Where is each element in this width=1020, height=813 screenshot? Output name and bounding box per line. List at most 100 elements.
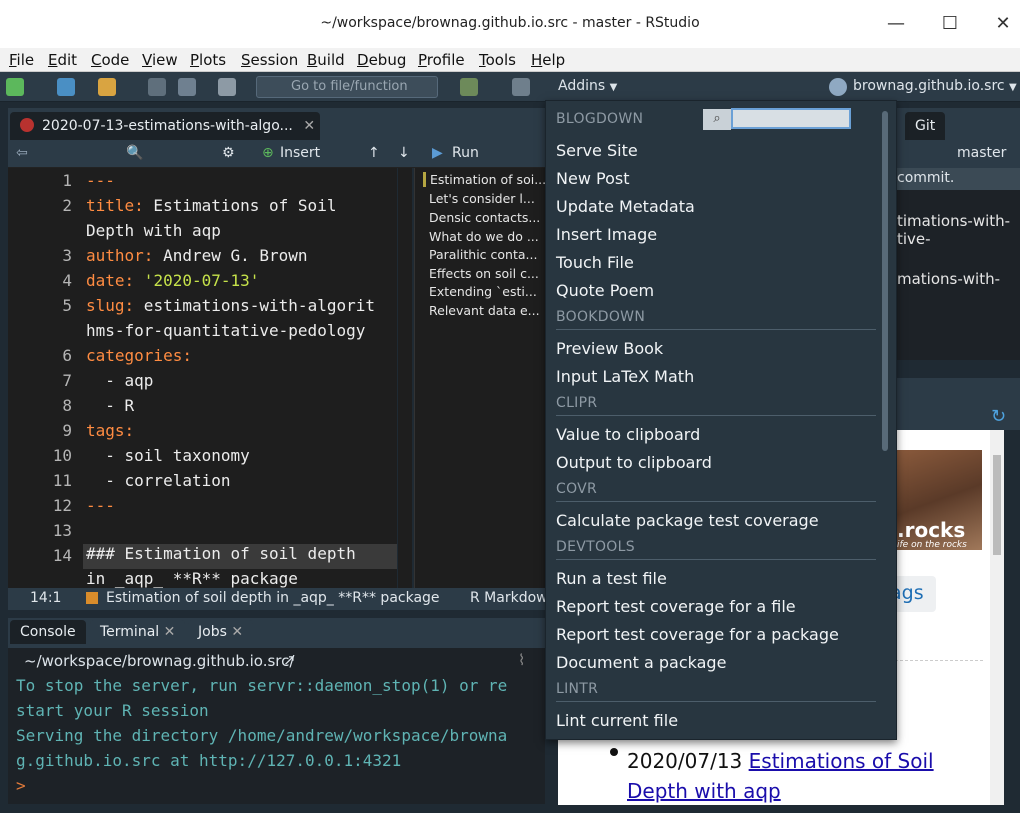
addin-coverage-file[interactable]: Report test coverage for a file — [556, 597, 796, 616]
tab-jobs[interactable]: Jobs ✕ — [188, 620, 254, 644]
addin-calculate-coverage[interactable]: Calculate package test coverage — [556, 511, 819, 530]
editor-scrollbar[interactable] — [398, 168, 412, 588]
arrow-down-icon[interactable]: ↓ — [398, 145, 410, 161]
project-icon[interactable] — [829, 78, 847, 96]
addins-search-input[interactable] — [731, 108, 851, 129]
run-button[interactable]: Run — [452, 145, 479, 161]
addin-quote-poem[interactable]: Quote Poem — [556, 281, 654, 300]
menu-build[interactable]: Build — [307, 51, 345, 69]
menu-plots[interactable]: Plots — [190, 51, 226, 69]
code-line: categories: — [86, 346, 192, 365]
console-line: To stop the server, run servr::daemon_st… — [16, 676, 508, 695]
addin-preview-book[interactable]: Preview Book — [556, 339, 663, 358]
git-file-item[interactable]: mations-with- — [897, 270, 1000, 288]
line-number: 8 — [62, 396, 72, 415]
window-title: ~/workspace/brownag.github.io.src - mast… — [320, 15, 700, 31]
addin-new-post[interactable]: New Post — [556, 169, 629, 188]
line-number: 13 — [52, 521, 72, 540]
git-file-item[interactable]: tive- — [897, 230, 931, 248]
menu-help[interactable]: Help — [531, 51, 565, 69]
addin-touch-file[interactable]: Touch File — [556, 253, 634, 272]
git-notice-text: commit. — [897, 170, 955, 186]
menu-file[interactable]: File — [9, 51, 34, 69]
menu-view[interactable]: View — [142, 51, 178, 69]
addin-insert-image[interactable]: Insert Image — [556, 225, 657, 244]
addin-lint-current-file[interactable]: Lint current file — [556, 711, 678, 730]
dropdown-scrollbar[interactable] — [882, 111, 888, 451]
section-selector[interactable]: Estimation of soil depth in _aqp_ **R** … — [106, 590, 440, 606]
rocks-banner-image: .rocks ife on the rocks — [895, 450, 982, 550]
menu-session[interactable]: Session — [241, 51, 298, 69]
maximize-button[interactable]: ☐ — [938, 13, 962, 34]
rmd-file-icon — [20, 118, 34, 132]
new-file-icon[interactable] — [6, 78, 24, 96]
console-path: ~/workspace/brownag.github.io.src/ — [24, 652, 295, 670]
new-project-icon[interactable] — [57, 78, 75, 96]
close-icon[interactable]: ✕ — [303, 118, 315, 134]
viewer-tabstrip: ↻ — [897, 378, 1020, 430]
save-all-icon[interactable] — [178, 78, 196, 96]
file-type-selector[interactable]: R Markdown — [470, 590, 556, 606]
outline-item[interactable]: Effects on soil c... — [429, 266, 551, 281]
addin-value-to-clipboard[interactable]: Value to clipboard — [556, 425, 700, 444]
search-icon[interactable]: 🔍 — [126, 145, 143, 161]
tab-git[interactable]: Git — [905, 112, 946, 140]
console-tabstrip: Console Terminal ✕ Jobs ✕ — [8, 618, 545, 648]
outline-item[interactable]: Let's consider l... — [429, 191, 551, 206]
save-icon[interactable] — [148, 78, 166, 96]
outline-item[interactable]: Paralithic conta... — [429, 247, 551, 262]
code-line: Depth with aqp — [86, 221, 221, 240]
addin-document-package[interactable]: Document a package — [556, 653, 726, 672]
outline-item[interactable]: What do we do ... — [429, 229, 551, 244]
outline-item[interactable]: Estimation of soi... — [423, 172, 545, 187]
project-menu-button[interactable]: brownag.github.io.src ▼ — [853, 78, 1017, 94]
close-icon[interactable]: ✕ — [231, 624, 243, 640]
console-prompt[interactable]: > — [16, 776, 26, 795]
scrollbar-thumb[interactable] — [993, 455, 1001, 555]
addin-coverage-package[interactable]: Report test coverage for a package — [556, 625, 839, 644]
pane-layout-icon[interactable] — [512, 78, 530, 96]
console-output[interactable]: To stop the server, run servr::daemon_st… — [8, 674, 545, 804]
menu-tools[interactable]: Tools — [479, 51, 516, 69]
addin-input-latex-math[interactable]: Input LaTeX Math — [556, 367, 694, 386]
menu-code[interactable]: Code — [91, 51, 129, 69]
close-icon[interactable]: ✕ — [164, 624, 176, 640]
code-line: slug: estimations-with-algorit — [86, 296, 375, 315]
menu-debug[interactable]: Debug — [357, 51, 406, 69]
addin-update-metadata[interactable]: Update Metadata — [556, 197, 695, 216]
git-file-item[interactable]: timations-with- — [897, 212, 1010, 230]
outline-item[interactable]: Relevant data e... — [429, 303, 551, 318]
gear-icon[interactable]: ⚙ — [222, 145, 235, 161]
tab-console[interactable]: Console — [10, 620, 86, 644]
goto-file-input[interactable]: Go to file/function — [256, 76, 438, 98]
menu-profile[interactable]: Profile — [418, 51, 465, 69]
insert-button[interactable]: Insert — [280, 145, 320, 161]
version-control-icon[interactable] — [460, 78, 478, 96]
group-header-bookdown: BOOKDOWN — [556, 309, 646, 325]
group-header-blogdown: BLOGDOWN — [556, 111, 644, 127]
refresh-icon[interactable]: ↻ — [991, 406, 1006, 427]
outline-item[interactable]: Densic contacts... — [429, 210, 551, 225]
code-line: tags: — [86, 421, 135, 440]
addin-output-to-clipboard[interactable]: Output to clipboard — [556, 453, 712, 472]
open-file-icon[interactable] — [98, 78, 116, 96]
line-number: 5 — [62, 296, 72, 315]
viewer-scrollbar[interactable] — [990, 430, 1004, 805]
menu-bar: File Edit Code View Plots Session Build … — [0, 48, 1020, 72]
addins-menu-button[interactable]: Addins ▼ — [558, 78, 617, 94]
outline-item[interactable]: Extending `esti... — [429, 284, 551, 299]
editor-tab[interactable]: 2020-07-13-estimations-with-algo... ✕ — [10, 112, 320, 140]
print-icon[interactable] — [218, 78, 236, 96]
code-editor[interactable]: --- title: Estimations of Soil Depth wit… — [83, 168, 397, 588]
addin-run-test-file[interactable]: Run a test file — [556, 569, 667, 588]
addin-serve-site[interactable]: Serve Site — [556, 141, 638, 160]
minimize-button[interactable]: — — [884, 13, 908, 34]
arrow-up-icon[interactable]: ↑ — [368, 145, 380, 161]
tab-terminal[interactable]: Terminal ✕ — [90, 620, 186, 644]
share-arrow-icon[interactable]: ↗ — [283, 651, 296, 669]
close-button[interactable]: ✕ — [991, 13, 1015, 34]
back-icon[interactable]: ⇦ — [16, 145, 28, 161]
broom-icon[interactable]: ⌇ — [518, 651, 525, 669]
menu-edit[interactable]: Edit — [48, 51, 77, 69]
branch-selector[interactable]: master — [957, 145, 1006, 161]
